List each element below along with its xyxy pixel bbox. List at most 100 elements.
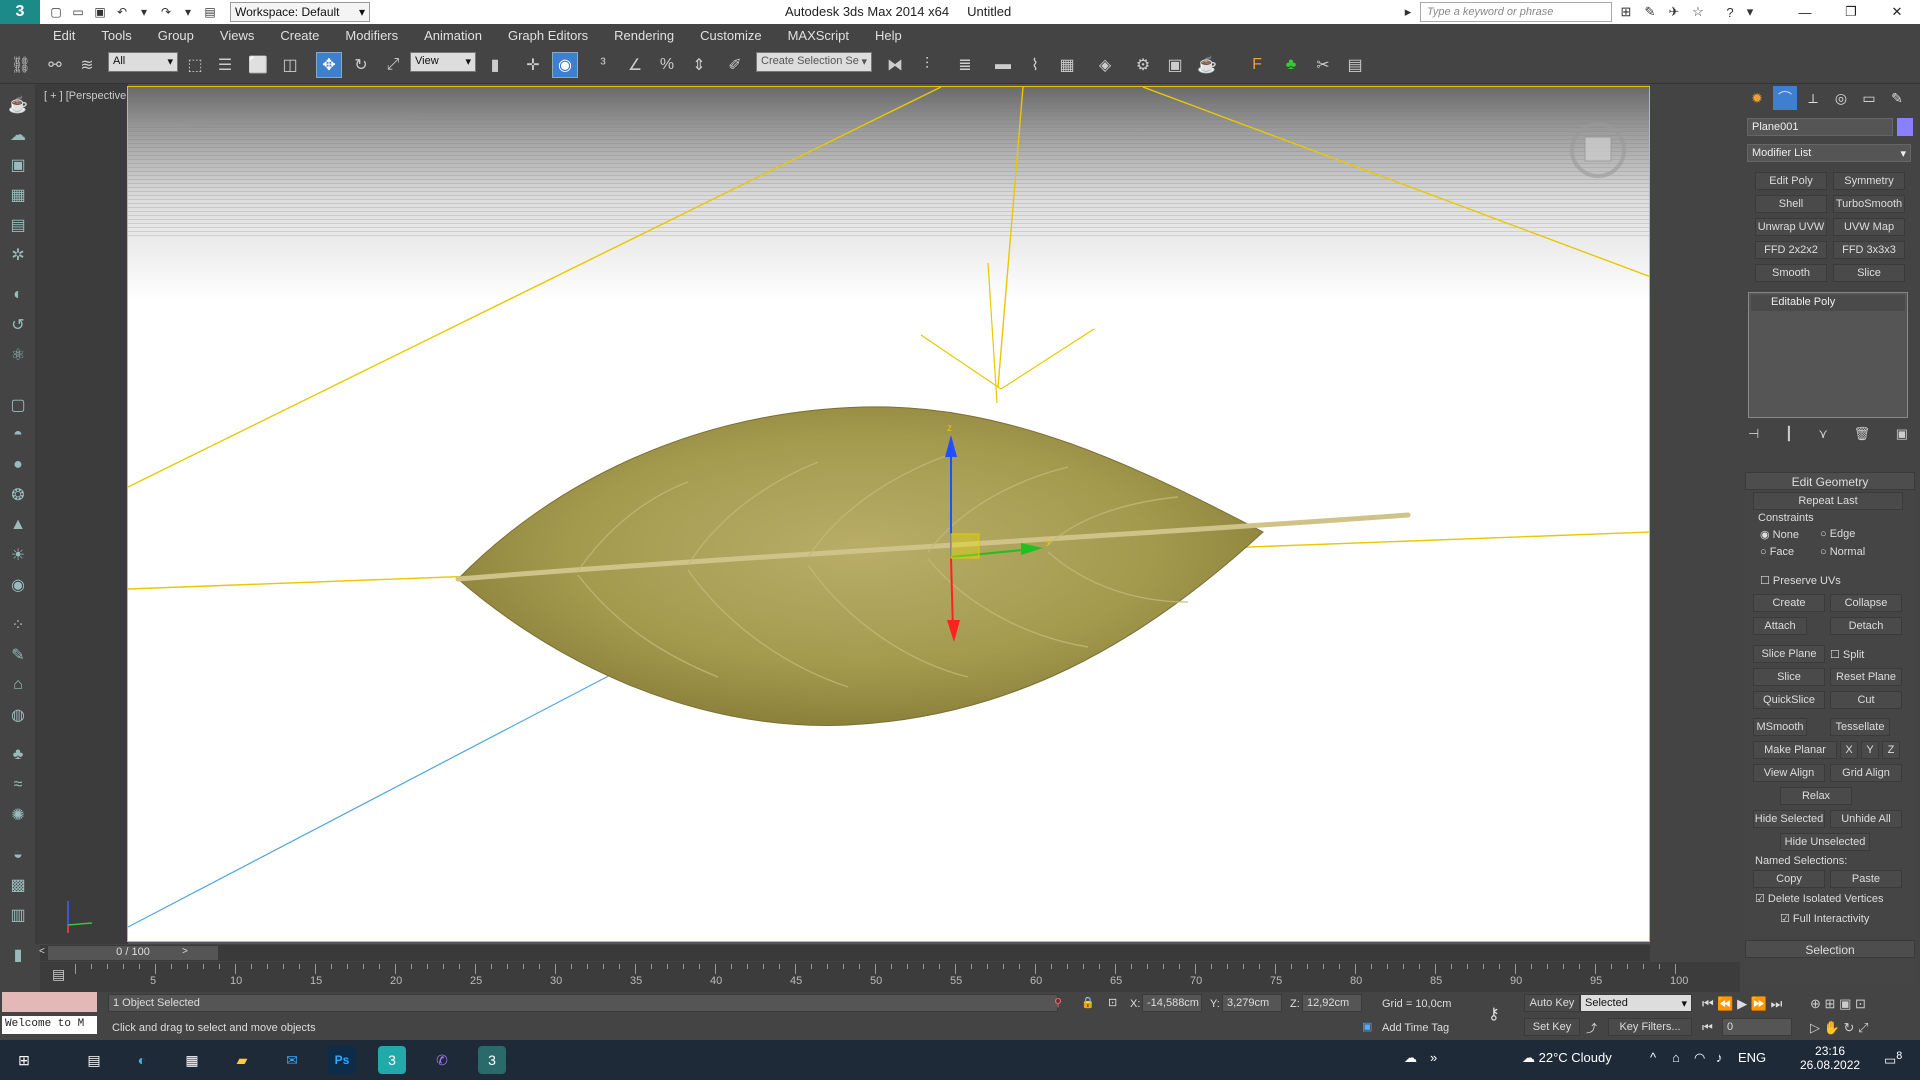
network-icon[interactable]: ⌂ [1672, 1050, 1680, 1065]
symmetry-button[interactable]: Symmetry [1833, 172, 1905, 190]
named-selection-sets-input[interactable]: Create Selection Se ▾ [756, 52, 872, 72]
tray-expand-icon[interactable]: » [1430, 1050, 1437, 1065]
msmooth-button[interactable]: MSmooth [1753, 718, 1807, 736]
viewcube-icon[interactable] [1584, 136, 1612, 162]
make-planar-y-button[interactable]: Y [1861, 741, 1879, 759]
motion-tab-icon[interactable]: ◎ [1829, 86, 1853, 110]
make-planar-x-button[interactable]: X [1840, 741, 1858, 759]
utilities-tab-icon[interactable]: ✎ [1885, 86, 1909, 110]
menu-views[interactable]: Views [207, 28, 267, 43]
minimize-icon[interactable]: — [1782, 0, 1828, 24]
restore-icon[interactable]: ❐ [1828, 0, 1874, 24]
menu-create[interactable]: Create [267, 28, 332, 43]
weather-widget[interactable]: ☁ 22°C Cloudy [1522, 1050, 1612, 1066]
zoom-icon[interactable]: ⊕ [1810, 996, 1821, 1011]
schematic-view-icon[interactable]: ▦ [1054, 52, 1080, 78]
dropdown-arrow-icon[interactable]: ▾ [136, 4, 152, 20]
current-frame-field[interactable]: 0 [1722, 1018, 1792, 1036]
slice-button[interactable]: Slice [1833, 264, 1905, 282]
perspective-viewport[interactable]: z y [127, 86, 1650, 942]
cone-icon[interactable]: ▲ [6, 514, 30, 536]
delete-isolated-checkbox[interactable]: ☑ Delete Isolated Vertices [1755, 892, 1884, 905]
menu-graph-editors[interactable]: Graph Editors [495, 28, 601, 43]
time-slider-thumb[interactable]: 0 / 100 [48, 946, 218, 960]
object-color-swatch[interactable] [1897, 118, 1913, 136]
3ds-max-active-icon[interactable]: 3 [478, 1046, 506, 1074]
smooth-button[interactable]: Smooth [1755, 264, 1827, 282]
undo-icon[interactable]: ↶ [114, 4, 130, 20]
communication-icon[interactable]: ✈ [1664, 2, 1684, 22]
copy-button[interactable]: Copy [1753, 870, 1825, 888]
globe-icon[interactable]: ◍ [6, 704, 30, 726]
align-icon[interactable]: ⫶ [914, 52, 940, 78]
camera-icon[interactable]: ◐ [6, 284, 30, 306]
rotate-view-icon[interactable]: ↺ [6, 314, 30, 336]
redo-icon[interactable]: ↷ [158, 4, 174, 20]
maxscript-input[interactable]: Welcome to M [2, 1016, 97, 1034]
pan-view-icon[interactable]: ✋ [1824, 1020, 1840, 1035]
repeat-last-button[interactable]: Repeat Last [1753, 492, 1903, 510]
viber-icon[interactable]: ✆ [428, 1046, 456, 1074]
turbosmooth-button[interactable]: TurboSmooth [1833, 195, 1905, 213]
show-end-result-icon[interactable]: ┃ [1785, 426, 1793, 442]
material-sphere-icon[interactable]: ◒ [6, 844, 30, 866]
grid-align-button[interactable]: Grid Align [1830, 764, 1902, 782]
rectangular-selection-icon[interactable]: ⬜ [245, 52, 271, 78]
next-frame-icon[interactable]: ⏩ [1751, 996, 1767, 1011]
photoshop-icon[interactable]: Ps [328, 1046, 356, 1074]
isolate-selection-icon[interactable]: ⚲ [1054, 996, 1062, 1009]
open-file-icon[interactable]: ▭ [70, 4, 86, 20]
particles-icon[interactable]: ⁘ [6, 614, 30, 636]
constraint-edge-radio[interactable]: ○ Edge [1820, 528, 1855, 540]
x-coordinate-field[interactable]: -14,588cm [1142, 994, 1202, 1012]
selection-filter-dropdown[interactable]: All ▾ [108, 52, 178, 72]
save-icon[interactable]: ▣ [92, 4, 108, 20]
binoculars-icon[interactable]: ⊞ [1616, 2, 1636, 22]
select-by-name-icon[interactable]: ☰ [212, 52, 238, 78]
menu-rendering[interactable]: Rendering [601, 28, 687, 43]
mini-curve-editor-icon[interactable]: ▤ [52, 966, 65, 983]
sphere-icon[interactable]: ● [6, 454, 30, 476]
subscription-icon[interactable]: ✎ [1640, 2, 1660, 22]
selection-header[interactable]: Selection [1745, 940, 1915, 958]
percent-snap-icon[interactable]: % [654, 52, 680, 78]
unlink-icon[interactable]: ⚯ [42, 52, 68, 78]
display-tab-icon[interactable]: ▭ [1857, 86, 1881, 110]
go-to-end-icon[interactable]: ⏭ [1771, 996, 1783, 1011]
reset-plane-button[interactable]: Reset Plane [1830, 668, 1902, 686]
teapot-icon[interactable]: ☕ [6, 94, 30, 116]
edit-geometry-header[interactable]: Edit Geometry [1745, 472, 1915, 490]
ffd-2x2x2-button[interactable]: FFD 2x2x2 [1755, 241, 1827, 259]
curve-editor-icon[interactable]: ⌇ [1022, 52, 1048, 78]
light-icon[interactable]: ✲ [6, 244, 30, 266]
tessellate-button[interactable]: Tessellate [1830, 718, 1890, 736]
prev-frame-icon[interactable]: < [39, 946, 45, 957]
forest-pack-icon[interactable]: F [1244, 52, 1270, 78]
make-planar-button[interactable]: Make Planar [1753, 741, 1837, 759]
maximize-viewport-icon[interactable]: ⤢ [1858, 1020, 1868, 1035]
mirror-icon[interactable]: ⧓ [882, 52, 908, 78]
pivot-center-icon[interactable]: ▮ [482, 52, 508, 78]
next-frame-icon[interactable]: > [182, 946, 188, 957]
menu-customize[interactable]: Customize [687, 28, 774, 43]
unwrap-uvw-button[interactable]: Unwrap UVW [1755, 218, 1827, 236]
make-planar-z-button[interactable]: Z [1882, 741, 1900, 759]
link-icon[interactable]: ⛓ [8, 52, 34, 78]
modify-tab-icon[interactable]: ⌒ [1773, 86, 1797, 110]
keyboard-shortcut-override-icon[interactable]: ◉ [552, 52, 578, 78]
slice-geometry-button[interactable]: Slice [1753, 668, 1825, 686]
bridge-icon[interactable]: ⌂ [6, 674, 30, 696]
paint-icon[interactable]: ✎ [6, 644, 30, 666]
script-icon[interactable]: ▮ [6, 944, 30, 966]
geosphere-icon[interactable]: ◉ [6, 574, 30, 596]
view-align-button[interactable]: View Align [1753, 764, 1825, 782]
gizmo-plane-handle[interactable] [950, 533, 980, 559]
pin-stack-icon[interactable]: ⊣ [1748, 426, 1759, 442]
edit-poly-button[interactable]: Edit Poly [1755, 172, 1827, 190]
full-interactivity-checkbox[interactable]: ☑ Full Interactivity [1780, 912, 1869, 925]
render-icon[interactable]: ▣ [6, 154, 30, 176]
railclone-tree-icon[interactable]: ♣ [1278, 52, 1304, 78]
dropdown-arrow-icon[interactable]: ▾ [180, 4, 196, 20]
zoom-extents-icon[interactable]: ▣ [1839, 996, 1851, 1011]
cloud-icon[interactable]: ☁ [6, 124, 30, 146]
